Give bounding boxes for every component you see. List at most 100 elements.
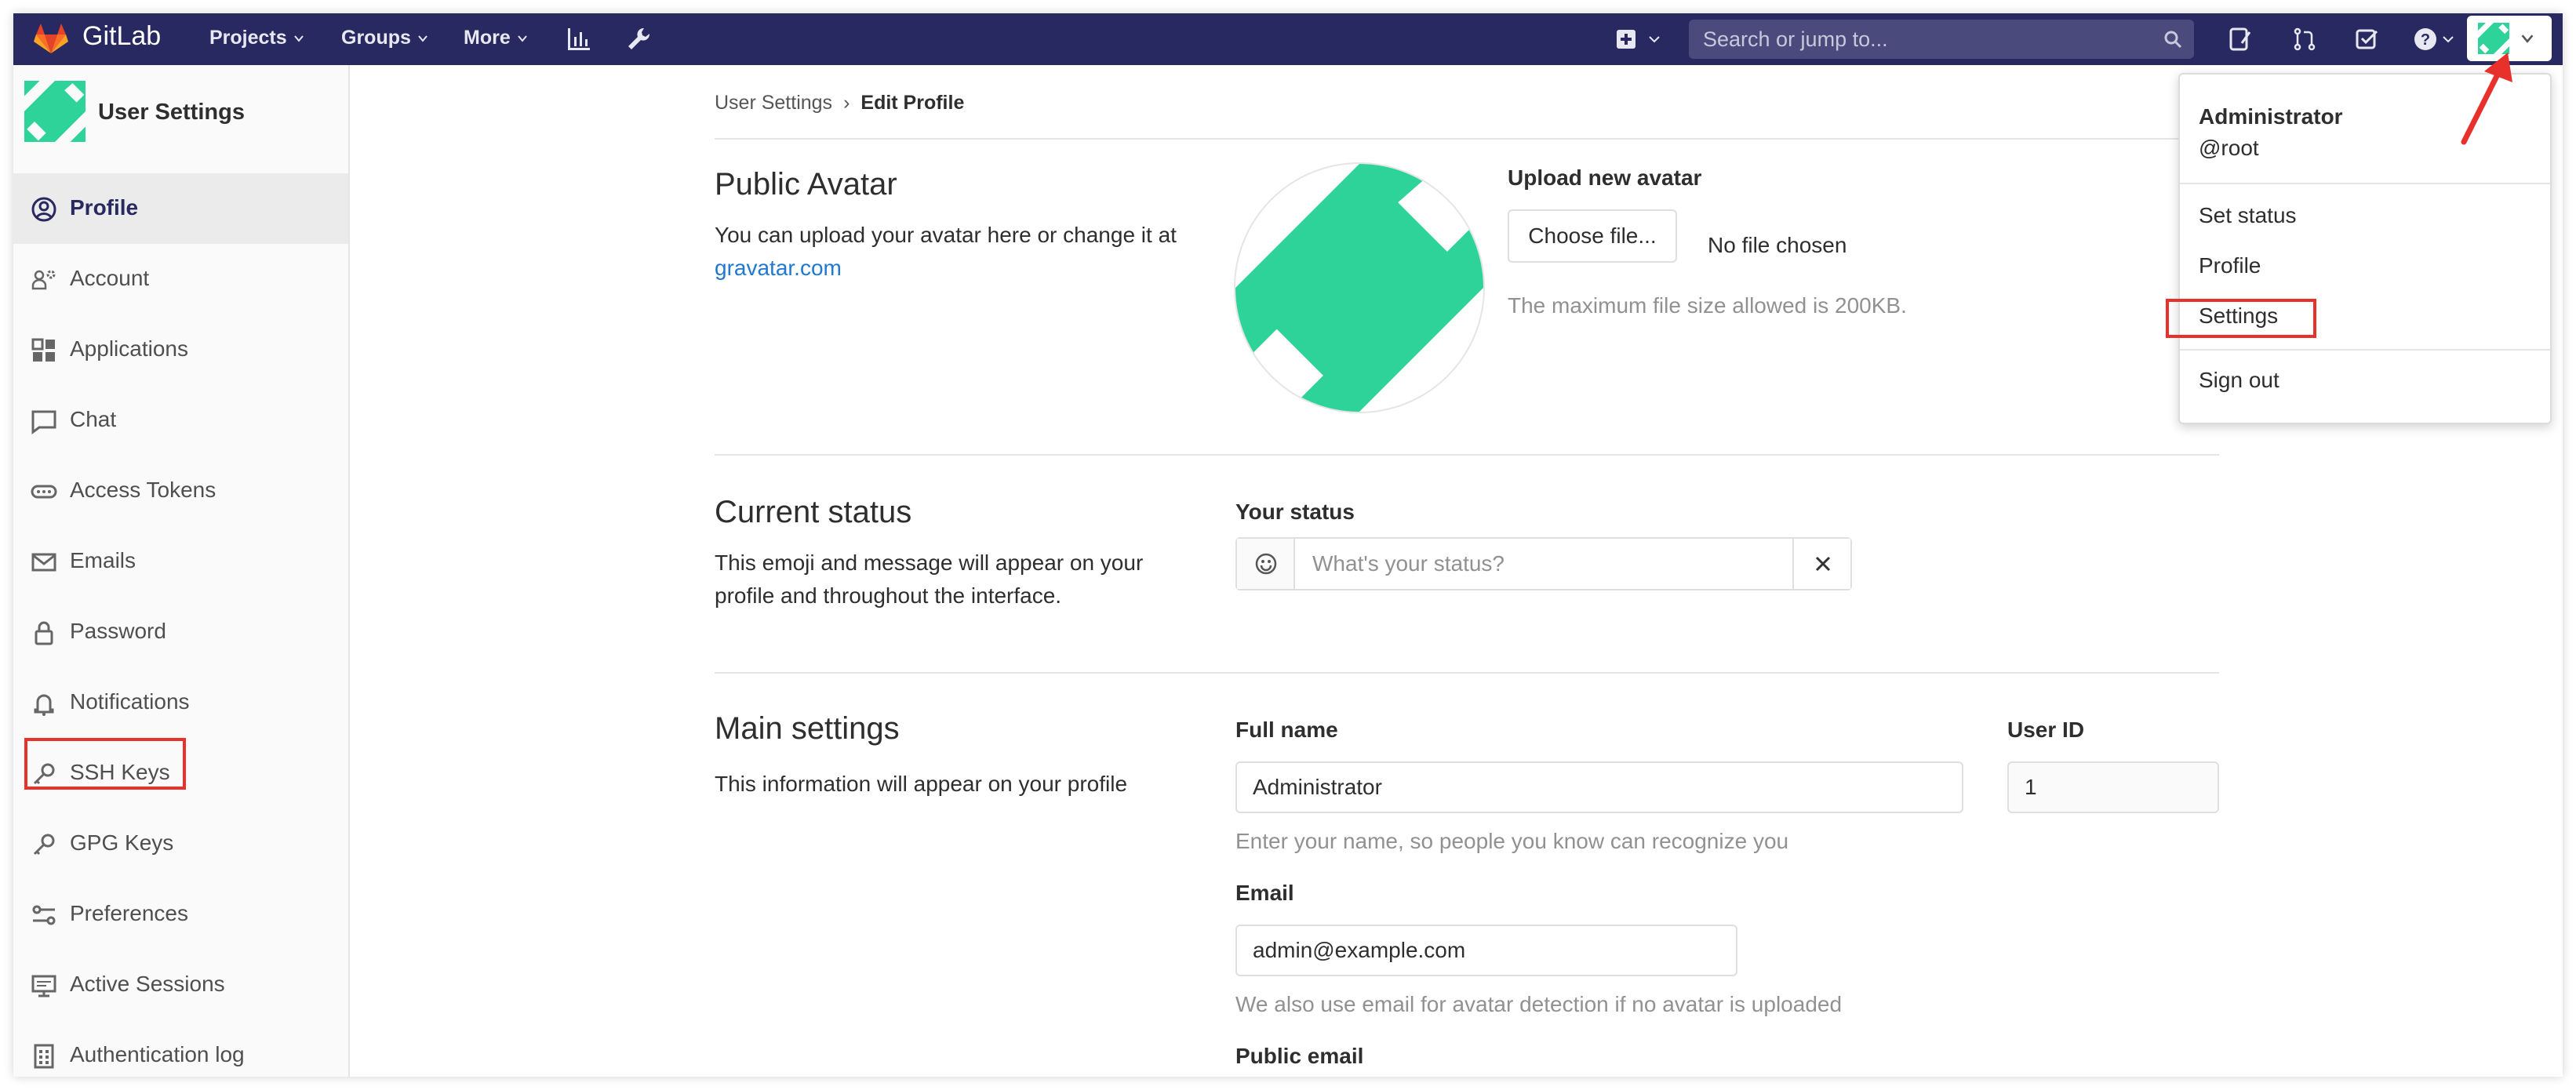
full-name-help: Enter your name, so people you know can … xyxy=(1235,829,1789,853)
full-name-input[interactable] xyxy=(1235,761,1963,813)
clear-status-button[interactable] xyxy=(1792,539,1850,589)
preferences-icon xyxy=(32,905,56,925)
applications-icon xyxy=(31,338,55,362)
todos-icon[interactable] xyxy=(2354,26,2381,53)
emoji-picker-button[interactable] xyxy=(1237,539,1295,589)
svg-text:?: ? xyxy=(2421,31,2430,49)
more-menu-label: More xyxy=(464,27,511,49)
dropdown-username[interactable]: @root xyxy=(2199,136,2259,161)
user-id-label: User ID xyxy=(2007,718,2085,742)
wrench-icon[interactable] xyxy=(625,26,652,53)
search-icon xyxy=(2164,31,2182,49)
key-icon xyxy=(33,834,55,856)
sidebar-item-label: Preferences xyxy=(70,901,188,925)
sidebar-item-label: Chat xyxy=(70,407,117,431)
user-avatar xyxy=(24,81,86,142)
status-input[interactable] xyxy=(1297,539,1791,589)
profile-icon xyxy=(31,197,56,222)
chevron-down-icon xyxy=(517,35,527,42)
dropdown-divider xyxy=(2180,183,2550,184)
user-id-input[interactable] xyxy=(2007,761,2219,813)
sidebar-item-chat[interactable]: Chat xyxy=(13,385,348,456)
sidebar-title: User Settings xyxy=(98,100,245,125)
chevron-down-icon xyxy=(418,35,428,42)
search-box[interactable] xyxy=(1689,20,2194,59)
chevron-down-icon[interactable] xyxy=(1648,26,1661,53)
upload-avatar-label: Upload new avatar xyxy=(1508,165,1702,190)
close-icon xyxy=(1815,556,1831,572)
main-settings-title: Main settings xyxy=(715,711,900,746)
full-name-label: Full name xyxy=(1235,718,1338,742)
sidebar-item-account[interactable]: Account xyxy=(13,244,348,314)
sidebar-item-password[interactable]: Password xyxy=(13,597,348,667)
sidebar-item-label: Password xyxy=(70,619,166,643)
main-settings-description: This information will appear on your pro… xyxy=(715,772,1128,796)
dropdown-user-name[interactable]: Administrator xyxy=(2199,104,2343,129)
avatar-section-description: You can upload your avatar here or chang… xyxy=(715,219,1185,285)
dropdown-divider xyxy=(2180,349,2550,351)
sidebar-item-label: Access Tokens xyxy=(70,478,216,502)
email-help: We also use email for avatar detection i… xyxy=(1235,992,1843,1016)
chevron-down-icon xyxy=(293,35,304,42)
breadcrumb: User Settings › Edit Profile xyxy=(715,92,964,114)
avatar-size-help: The maximum file size allowed is 200KB. xyxy=(1508,293,1907,318)
profile-menu-item[interactable]: Profile xyxy=(2199,253,2261,278)
issues-icon[interactable] xyxy=(2227,26,2254,53)
activity-chart-icon[interactable] xyxy=(566,26,592,53)
breadcrumb-separator: › xyxy=(843,92,850,114)
new-item-icon[interactable] xyxy=(1614,26,1640,53)
settings-sidebar: User Settings Profile Account Applicatio… xyxy=(13,65,350,1077)
sidebar-item-emails[interactable]: Emails xyxy=(13,526,348,597)
gitlab-logo-icon[interactable] xyxy=(34,23,68,54)
avatar-section-title: Public Avatar xyxy=(715,167,897,202)
sidebar-item-authentication-log[interactable]: Authentication log xyxy=(13,1020,348,1077)
avatar-description-text: You can upload your avatar here or chang… xyxy=(715,223,1177,247)
no-file-text: No file chosen xyxy=(1708,233,1847,257)
avatar-preview xyxy=(1234,162,1485,413)
sidebar-item-applications[interactable]: Applications xyxy=(13,314,348,385)
emails-icon xyxy=(31,553,56,572)
lock-icon xyxy=(35,621,53,645)
chevron-down-icon[interactable] xyxy=(2442,26,2454,53)
divider xyxy=(715,672,2219,674)
sidebar-item-label: Emails xyxy=(70,548,136,572)
sidebar-item-access-tokens[interactable]: Access Tokens xyxy=(13,456,348,526)
projects-menu-label: Projects xyxy=(209,27,287,49)
merge-requests-icon[interactable] xyxy=(2291,26,2318,53)
divider xyxy=(715,138,2219,140)
status-section-title: Current status xyxy=(715,495,912,529)
sidebar-header[interactable]: User Settings xyxy=(13,65,348,159)
choose-file-button[interactable]: Choose file... xyxy=(1508,209,1677,263)
access-tokens-icon xyxy=(31,485,57,499)
help-icon[interactable]: ? xyxy=(2412,26,2439,53)
sidebar-item-notifications[interactable]: Notifications xyxy=(13,667,348,738)
sidebar-item-gpg-keys[interactable]: GPG Keys xyxy=(13,808,348,879)
sidebar-item-label: Profile xyxy=(70,195,139,220)
chat-icon xyxy=(31,410,56,434)
breadcrumb-root[interactable]: User Settings xyxy=(715,92,832,114)
set-status-menu-item[interactable]: Set status xyxy=(2199,203,2297,228)
divider xyxy=(715,454,2219,456)
app-window: GitLab Projects Groups More Search or ju… xyxy=(13,13,2563,1077)
more-menu[interactable]: More xyxy=(464,27,528,49)
highlight-box xyxy=(24,738,186,790)
sidebar-item-label: GPG Keys xyxy=(70,830,174,855)
annotation-arrow xyxy=(2461,53,2512,145)
monitor-icon xyxy=(31,975,56,997)
projects-menu[interactable]: Projects xyxy=(209,27,304,49)
identicon-image xyxy=(1235,164,1483,412)
smiley-icon xyxy=(1255,553,1277,575)
brand-name[interactable]: GitLab xyxy=(82,21,161,52)
chevron-down-icon xyxy=(2521,35,2534,43)
sidebar-item-profile[interactable]: Profile xyxy=(13,173,348,244)
sidebar-item-preferences[interactable]: Preferences xyxy=(13,879,348,950)
groups-menu[interactable]: Groups xyxy=(341,27,428,49)
sidebar-item-active-sessions[interactable]: Active Sessions xyxy=(13,950,348,1020)
search-input[interactable] xyxy=(1689,20,2152,59)
email-label: Email xyxy=(1235,881,1294,905)
highlight-box xyxy=(2166,299,2316,338)
sign-out-menu-item[interactable]: Sign out xyxy=(2199,368,2279,393)
email-input[interactable] xyxy=(1235,925,1737,976)
gravatar-link[interactable]: gravatar.com xyxy=(715,256,842,280)
top-navbar: GitLab Projects Groups More Search or ju… xyxy=(13,13,2563,65)
